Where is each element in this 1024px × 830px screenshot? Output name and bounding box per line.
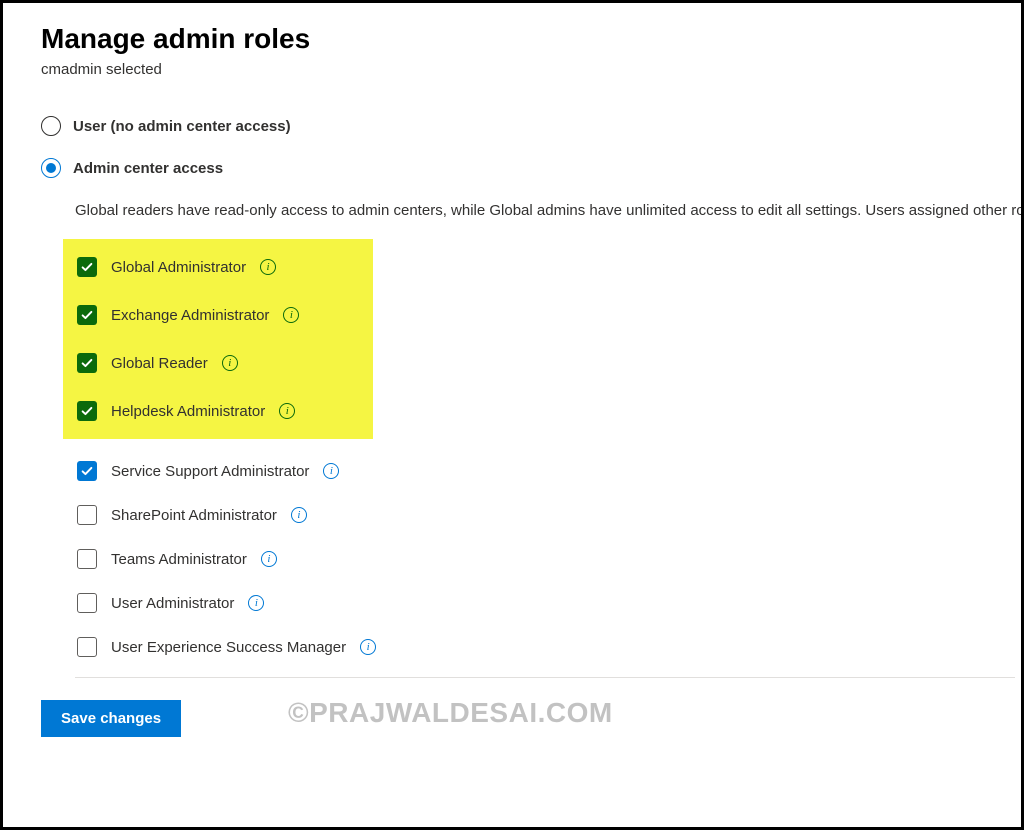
info-icon[interactable]: i: [261, 551, 277, 567]
divider: [75, 677, 1015, 678]
info-icon[interactable]: i: [279, 403, 295, 419]
watermark: ©PRAJWALDESAI.COM: [288, 697, 613, 729]
checkmark-icon: [80, 260, 94, 274]
radio-label: User (no admin center access): [73, 118, 291, 135]
page-title: Manage admin roles: [41, 23, 1021, 55]
role-label: Service Support Administrator: [111, 463, 309, 480]
radio-user-no-access[interactable]: User (no admin center access): [41, 116, 1021, 136]
info-icon[interactable]: i: [360, 639, 376, 655]
checkbox-user-administrator[interactable]: [77, 593, 97, 613]
role-row-global-reader: Global Reader i: [63, 339, 373, 387]
page-subtitle: cmadmin selected: [41, 61, 1021, 78]
roles-list: Global Administrator i Exchange Administ…: [63, 239, 1021, 669]
role-label: User Administrator: [111, 595, 234, 612]
checkbox-service-support-administrator[interactable]: [77, 461, 97, 481]
role-row-helpdesk-administrator: Helpdesk Administrator i: [63, 387, 373, 435]
role-label: SharePoint Administrator: [111, 507, 277, 524]
checkbox-global-reader[interactable]: [77, 353, 97, 373]
role-row-user-experience-success-manager: User Experience Success Manager i: [63, 625, 1021, 669]
role-row-global-administrator: Global Administrator i: [63, 243, 373, 291]
checkbox-helpdesk-administrator[interactable]: [77, 401, 97, 421]
role-label: Helpdesk Administrator: [111, 403, 265, 420]
info-icon[interactable]: i: [283, 307, 299, 323]
radio-label: Admin center access: [73, 160, 223, 177]
info-icon[interactable]: i: [248, 595, 264, 611]
checkbox-global-administrator[interactable]: [77, 257, 97, 277]
role-label: Global Administrator: [111, 259, 246, 276]
radio-inner-dot-icon: [46, 163, 56, 173]
checkmark-icon: [80, 356, 94, 370]
role-label: Global Reader: [111, 355, 208, 372]
save-button[interactable]: Save changes: [41, 700, 181, 737]
radio-admin-center-access[interactable]: Admin center access: [41, 158, 1021, 178]
checkbox-user-experience-success-manager[interactable]: [77, 637, 97, 657]
info-icon[interactable]: i: [260, 259, 276, 275]
info-icon[interactable]: i: [291, 507, 307, 523]
role-label: User Experience Success Manager: [111, 639, 346, 656]
highlighted-roles: Global Administrator i Exchange Administ…: [63, 239, 373, 439]
role-row-teams-administrator: Teams Administrator i: [63, 537, 1021, 581]
info-icon[interactable]: i: [222, 355, 238, 371]
info-icon[interactable]: i: [323, 463, 339, 479]
role-row-exchange-administrator: Exchange Administrator i: [63, 291, 373, 339]
checkbox-teams-administrator[interactable]: [77, 549, 97, 569]
checkmark-icon: [80, 404, 94, 418]
manage-admin-roles-panel: Manage admin roles cmadmin selected User…: [0, 0, 1024, 830]
checkbox-exchange-administrator[interactable]: [77, 305, 97, 325]
checkmark-icon: [80, 464, 94, 478]
admin-access-description: Global readers have read-only access to …: [75, 200, 1021, 221]
checkbox-sharepoint-administrator[interactable]: [77, 505, 97, 525]
checkmark-icon: [80, 308, 94, 322]
role-row-sharepoint-administrator: SharePoint Administrator i: [63, 493, 1021, 537]
role-label: Exchange Administrator: [111, 307, 269, 324]
radio-icon: [41, 116, 61, 136]
role-row-user-administrator: User Administrator i: [63, 581, 1021, 625]
role-label: Teams Administrator: [111, 551, 247, 568]
role-row-service-support-administrator: Service Support Administrator i: [63, 449, 1021, 493]
radio-icon: [41, 158, 61, 178]
